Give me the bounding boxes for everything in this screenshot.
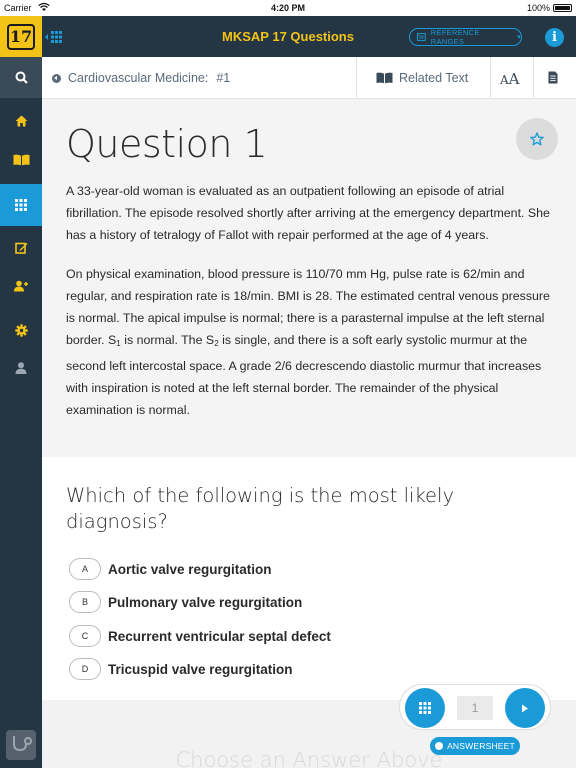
search-icon <box>15 71 28 84</box>
question-list-button[interactable] <box>405 688 445 728</box>
divider <box>356 57 357 99</box>
sidebar-item-settings[interactable] <box>0 311 42 349</box>
reference-ranges-label: REFERENCE RANGES <box>430 28 480 46</box>
divider <box>533 57 534 99</box>
answersheet-icon <box>435 742 444 750</box>
breadcrumb-section: Cardiovascular Medicine: <box>68 71 209 85</box>
sidebar-item-questions[interactable] <box>0 184 42 226</box>
option-letter: D <box>69 658 101 680</box>
option-text: Recurrent ventricular septal defect <box>108 628 331 644</box>
question-prompt: Which of the following is the most likel… <box>66 484 455 533</box>
option-text: Tricuspid valve regurgitation <box>108 661 293 677</box>
question-number-input[interactable]: 1 <box>457 696 493 720</box>
font-small-glyph: A <box>500 73 509 87</box>
option-letter: C <box>69 625 101 647</box>
chevron-down-icon: ▾ <box>517 34 521 41</box>
home-icon <box>15 115 27 127</box>
sidebar-item-profile[interactable] <box>0 349 42 387</box>
answersheet-button[interactable]: ANSWERSHEET <box>430 737 520 755</box>
related-text-button[interactable]: Related Text <box>376 71 468 85</box>
breadcrumb-number: #1 <box>216 71 231 85</box>
breadcrumb[interactable]: Cardiovascular Medicine: #1 <box>52 71 230 85</box>
answer-option[interactable]: B Pulmonary valve regurgitation <box>69 591 302 613</box>
app-header: 17 MKSAP 17 Questions REFERENCE RANGES ▾… <box>0 16 576 57</box>
edit-icon <box>14 242 27 254</box>
grid-icon <box>15 199 27 211</box>
notes-icon[interactable] <box>548 71 558 84</box>
back-icon <box>52 73 61 83</box>
question-navigator: 1 <box>399 684 551 730</box>
clock: 4:20 PM <box>270 3 305 13</box>
findings-text: is normal. The S <box>120 333 215 347</box>
battery-icon <box>553 4 572 12</box>
answer-option[interactable]: C Recurrent ventricular septal defect <box>69 625 331 647</box>
option-text: Aortic valve regurgitation <box>108 561 272 577</box>
font-size-button[interactable]: AA <box>500 70 520 88</box>
question-toolbar: Cardiovascular Medicine: #1 Related Text… <box>42 57 576 99</box>
divider <box>490 57 491 99</box>
book-icon <box>13 154 29 166</box>
exam-findings-paragraph: On physical examination, blood pressure … <box>66 263 552 421</box>
font-large-glyph: A <box>508 70 520 88</box>
option-letter: A <box>69 558 101 580</box>
gear-icon <box>14 323 28 337</box>
sidebar-item-home[interactable] <box>0 102 42 140</box>
answer-option[interactable]: D Tricuspid valve regurgitation <box>69 658 293 680</box>
battery-percent: 100% <box>526 3 550 13</box>
question-panel: Question 1 A 33-year-old woman is evalua… <box>42 99 576 457</box>
star-icon <box>530 132 544 146</box>
app-corner-icon[interactable] <box>6 730 36 760</box>
sidebar <box>0 57 42 768</box>
grid-icon <box>419 702 431 714</box>
open-book-icon <box>376 72 393 84</box>
bookmark-button[interactable] <box>516 118 558 160</box>
answersheet-label: ANSWERSHEET <box>447 741 515 751</box>
sidebar-item-notes[interactable] <box>0 228 42 266</box>
sidebar-item-library[interactable] <box>0 141 42 179</box>
sidebar-item-search[interactable] <box>0 57 42 98</box>
answer-option[interactable]: A Aortic valve regurgitation <box>69 558 272 580</box>
status-bar: Carrier 4:20 PM 100% <box>0 0 576 16</box>
list-icon <box>417 33 426 41</box>
reference-ranges-button[interactable]: REFERENCE RANGES ▾ <box>409 28 522 46</box>
related-text-label: Related Text <box>399 71 469 85</box>
user-icon <box>15 362 27 374</box>
stethoscope-icon <box>13 736 32 752</box>
info-button[interactable]: i <box>545 28 564 47</box>
play-icon <box>522 704 528 712</box>
next-question-button[interactable] <box>505 688 545 728</box>
question-stem-paragraph: A 33-year-old woman is evaluated as an o… <box>66 184 550 242</box>
add-user-icon <box>14 280 28 292</box>
option-text: Pulmonary valve regurgitation <box>108 594 303 610</box>
question-title: Question 1 <box>66 122 268 166</box>
option-letter: B <box>69 591 101 613</box>
sidebar-item-add-user[interactable] <box>0 267 42 305</box>
